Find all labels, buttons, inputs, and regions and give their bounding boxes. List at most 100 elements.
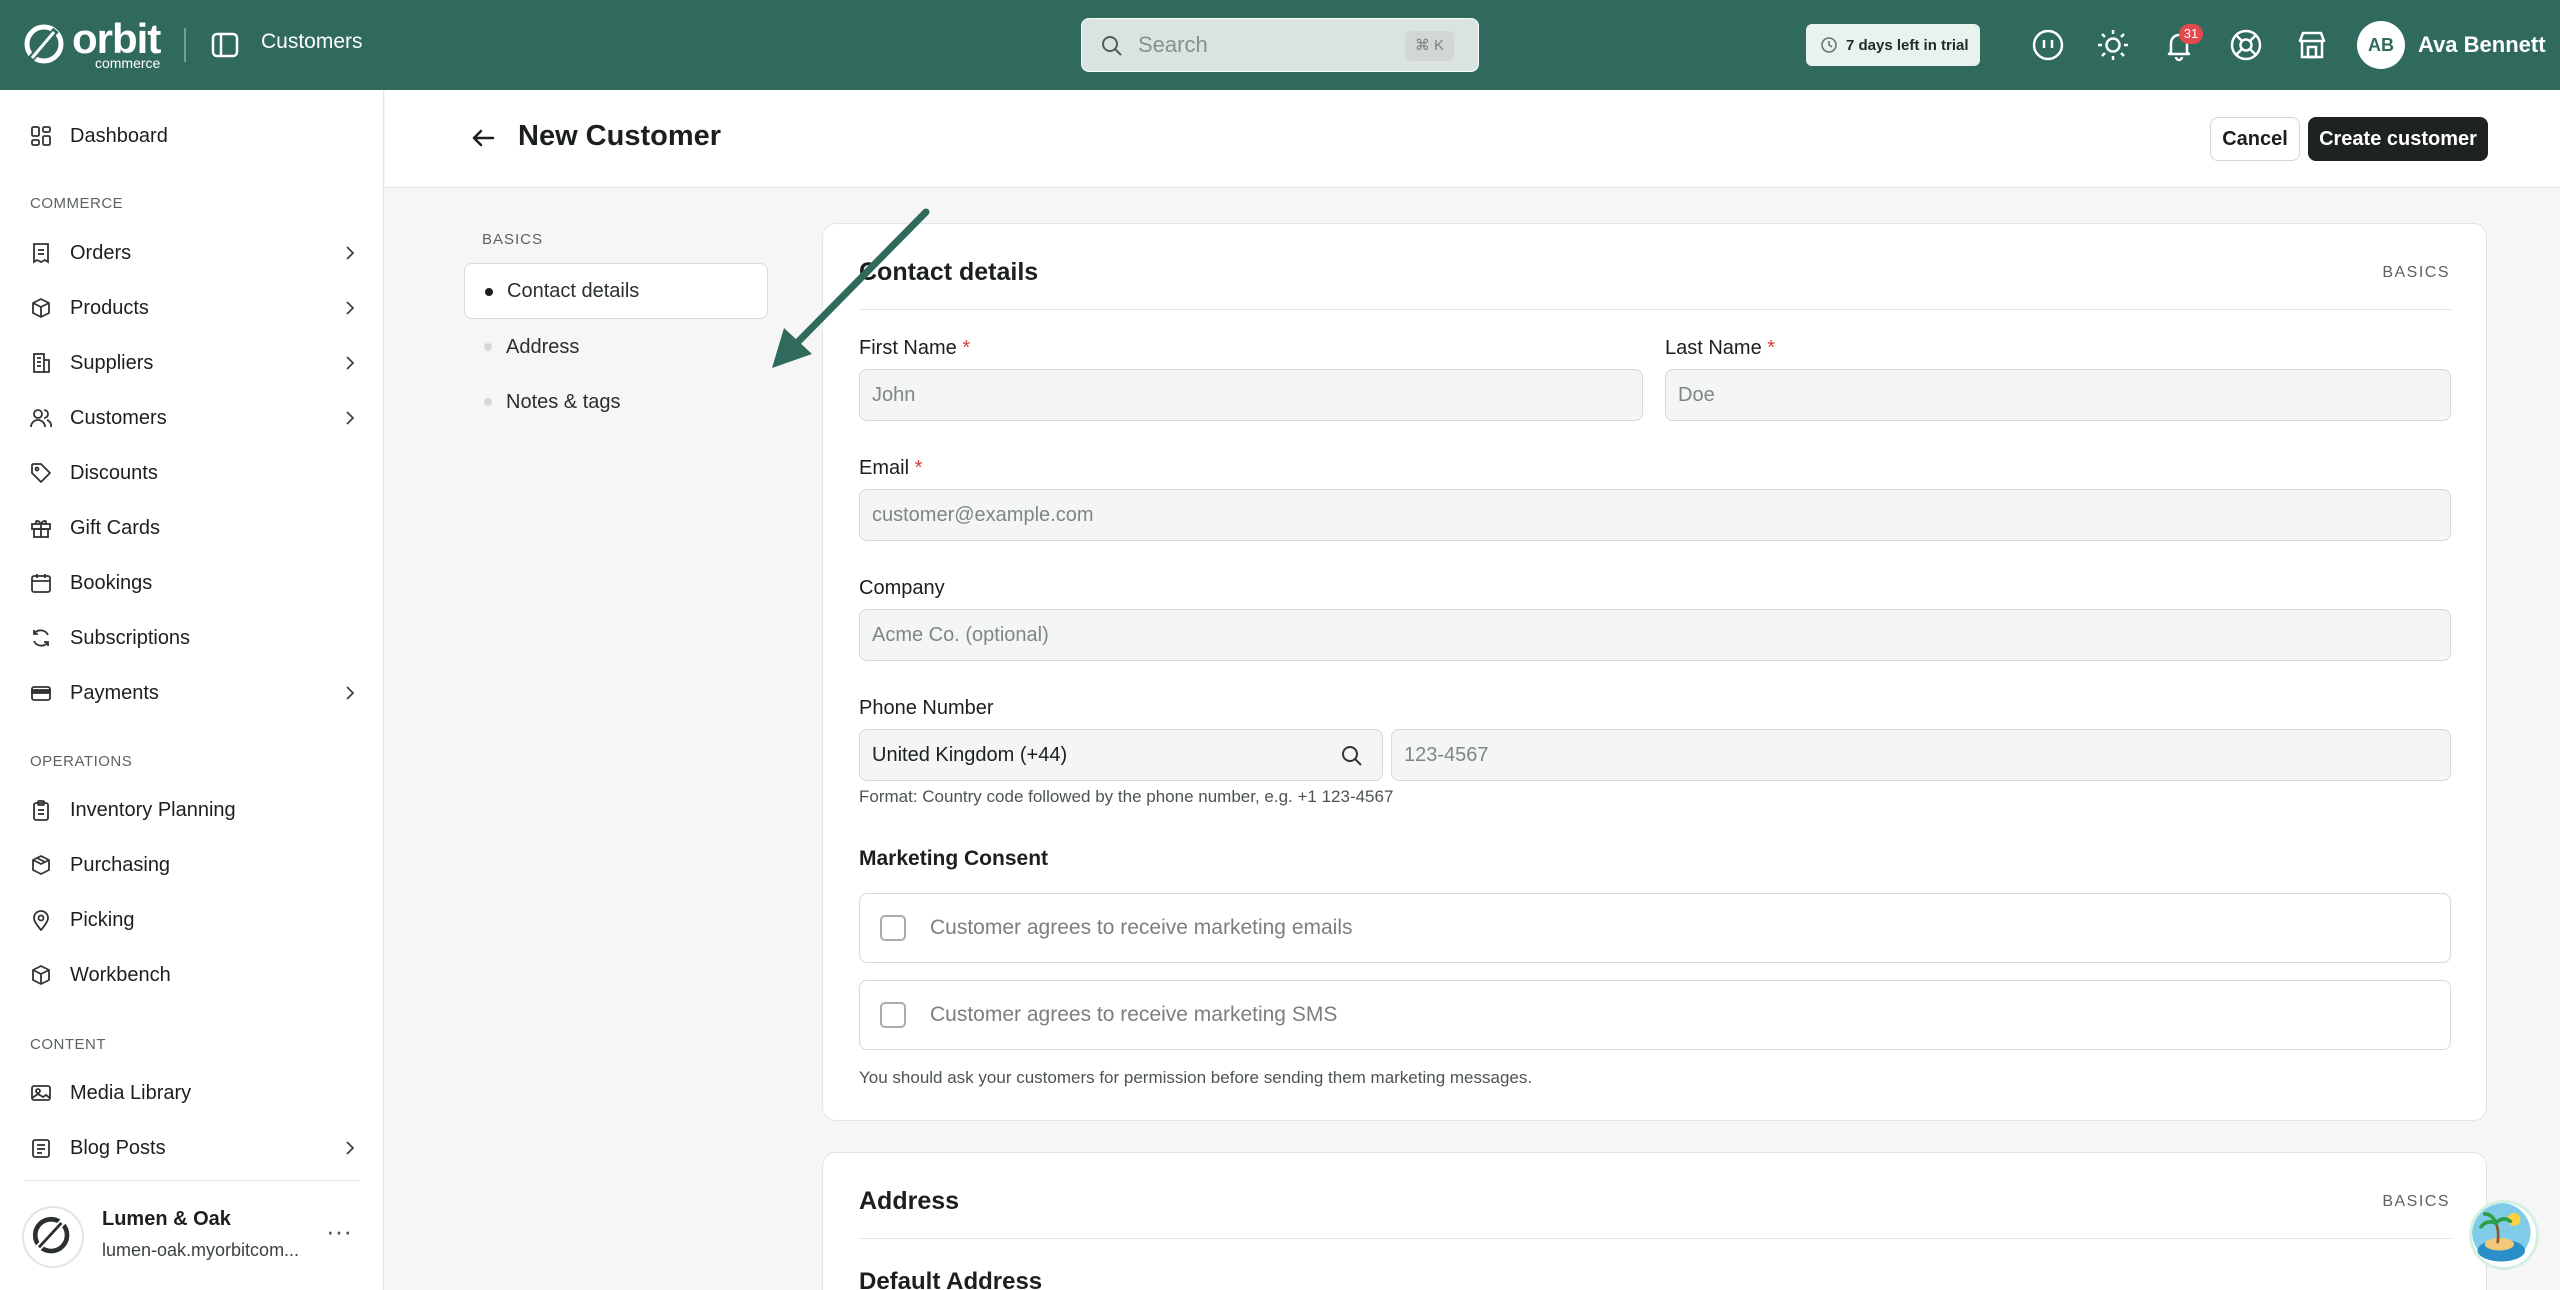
section-nav-notes-tags[interactable]: Notes & tags <box>464 374 768 430</box>
required-mark: * <box>914 457 923 479</box>
logo-word: orbit <box>72 15 161 62</box>
sidebar-item-orders[interactable]: Orders <box>30 233 360 273</box>
chevron-right-icon <box>346 411 355 425</box>
document-icon <box>32 1139 50 1158</box>
sidebar-item-subscriptions[interactable]: Subscriptions <box>30 618 360 658</box>
assistant-icon[interactable] <box>2031 28 2065 62</box>
card-divider <box>859 309 2451 310</box>
phone-format-hint: Format: Country code followed by the pho… <box>859 787 1394 806</box>
logo[interactable]: orbit commerce <box>22 18 172 70</box>
country-code-select[interactable]: United Kingdom (+44) <box>859 729 1383 781</box>
required-mark: * <box>1767 337 1776 359</box>
top-bar: orbit commerce Customers Search ⌘ K 7 da… <box>0 0 2560 90</box>
country-code-value: United Kingdom (+44) <box>872 743 1068 766</box>
sidebar-item-discounts[interactable]: Discounts <box>30 453 360 493</box>
orbit-logo-icon <box>24 24 64 64</box>
sidebar-item-label: Gift Cards <box>70 516 161 539</box>
chevron-right-icon <box>346 246 355 260</box>
store-logo-icon <box>32 1216 70 1254</box>
avatar[interactable]: AB <box>2357 21 2405 69</box>
last-name-field[interactable] <box>1665 369 2451 421</box>
boxes-icon <box>32 855 50 875</box>
section-operations: OPERATIONS <box>30 753 133 770</box>
sun-icon[interactable] <box>2096 28 2130 62</box>
sidebar-item-gift-cards[interactable]: Gift Cards <box>30 508 360 548</box>
trial-badge[interactable]: 7 days left in trial <box>1806 24 1980 66</box>
consent-email-checkbox[interactable] <box>880 915 906 941</box>
sidebar-item-blog-posts[interactable]: Blog Posts <box>30 1128 360 1168</box>
section-nav-address[interactable]: Address <box>464 319 768 375</box>
sidebar-item-customers[interactable]: Customers <box>30 398 360 438</box>
sidebar-toggle-icon[interactable] <box>210 30 240 60</box>
sidebar: Dashboard COMMERCE Orders Products Suppl… <box>0 90 384 1290</box>
address-card: Address BASICS Default Address <box>822 1152 2487 1290</box>
notification-badge: 31 <box>2179 24 2203 44</box>
sidebar-item-label: Subscriptions <box>70 626 191 649</box>
consent-email-option[interactable]: Customer agrees to receive marketing ema… <box>859 893 2451 963</box>
contact-details-card: Contact details BASICS First Name * Last… <box>822 223 2487 1121</box>
phone-number-field[interactable] <box>1391 729 2451 781</box>
inactive-dot <box>484 343 492 351</box>
sidebar-item-label: Workbench <box>70 963 171 986</box>
marketing-consent-title: Marketing Consent <box>859 847 1049 870</box>
sidebar-item-media-library[interactable]: Media Library <box>30 1073 360 1113</box>
company-field[interactable] <box>859 609 2451 661</box>
sidebar-item-label: Discounts <box>70 461 158 484</box>
sidebar-item-bookings[interactable]: Bookings <box>30 563 360 603</box>
section-nav-contact-details[interactable]: Contact details <box>464 263 768 319</box>
phone-label: Phone Number <box>859 697 994 719</box>
last-name-label: Last Name * <box>1665 337 1776 359</box>
building-icon <box>33 353 50 373</box>
sidebar-item-suppliers[interactable]: Suppliers <box>30 343 360 383</box>
search-icon <box>1102 36 1122 56</box>
sidebar-item-label: Payments <box>70 681 159 704</box>
global-search[interactable]: Search ⌘ K <box>1081 18 1479 72</box>
sidebar-item-inventory-planning[interactable]: Inventory Planning <box>30 790 360 830</box>
user-name[interactable]: Ava Bennett <box>2418 32 2546 58</box>
map-pin-icon <box>33 910 49 931</box>
create-customer-button[interactable]: Create customer <box>2308 117 2488 161</box>
sidebar-item-label: Products <box>70 296 149 319</box>
active-dot <box>485 288 493 296</box>
breadcrumb[interactable]: Customers <box>261 30 363 54</box>
sidebar-item-workbench[interactable]: Workbench <box>30 955 360 995</box>
sidebar-item-picking[interactable]: Picking <box>30 900 360 940</box>
sidebar-item-label: Blog Posts <box>70 1136 166 1159</box>
sidebar-item-label: Customers <box>70 406 167 429</box>
sidebar-item-dashboard[interactable]: Dashboard <box>30 116 360 156</box>
more-icon[interactable]: ··· <box>324 1218 354 1250</box>
section-content: CONTENT <box>30 1036 106 1053</box>
products-icon <box>32 298 50 318</box>
sidebar-item-products[interactable]: Products <box>30 288 360 328</box>
refresh-icon <box>33 629 49 647</box>
email-field[interactable] <box>859 489 2451 541</box>
section-commerce: COMMERCE <box>30 195 124 212</box>
sidebar-item-label: Purchasing <box>70 853 171 876</box>
tag-icon <box>31 463 51 483</box>
sidebar-item-purchasing[interactable]: Purchasing <box>30 845 360 885</box>
back-arrow-icon[interactable] <box>469 124 497 152</box>
island-icon <box>2472 1203 2531 1262</box>
section-nav-label: Address <box>506 335 580 358</box>
assistant-widget[interactable] <box>2469 1200 2539 1270</box>
first-name-field[interactable] <box>859 369 1643 421</box>
consent-sms-checkbox[interactable] <box>880 1002 906 1028</box>
chevron-right-icon <box>346 686 355 700</box>
gift-icon <box>31 520 51 538</box>
section-nav-label: BASICS <box>482 231 544 248</box>
store-switcher[interactable]: Lumen & Oak lumen-oak.myorbitcom... ··· <box>22 1202 362 1272</box>
dashboard-icon <box>31 126 51 146</box>
search-icon <box>1342 746 1362 766</box>
sidebar-item-payments[interactable]: Payments <box>30 673 360 713</box>
section-nav-label: Notes & tags <box>506 390 621 413</box>
card-title: Address <box>859 1187 960 1215</box>
cancel-button[interactable]: Cancel <box>2210 117 2300 161</box>
store-icon[interactable] <box>2295 28 2329 62</box>
help-icon[interactable] <box>2229 28 2263 62</box>
card-tag: BASICS <box>2382 1193 2450 1210</box>
page-title: New Customer <box>518 120 722 152</box>
page-header: New Customer Cancel Create customer <box>385 90 2560 188</box>
consent-sms-option[interactable]: Customer agrees to receive marketing SMS <box>859 980 2451 1050</box>
card-tag: BASICS <box>2382 264 2450 281</box>
credit-card-icon <box>31 686 51 701</box>
